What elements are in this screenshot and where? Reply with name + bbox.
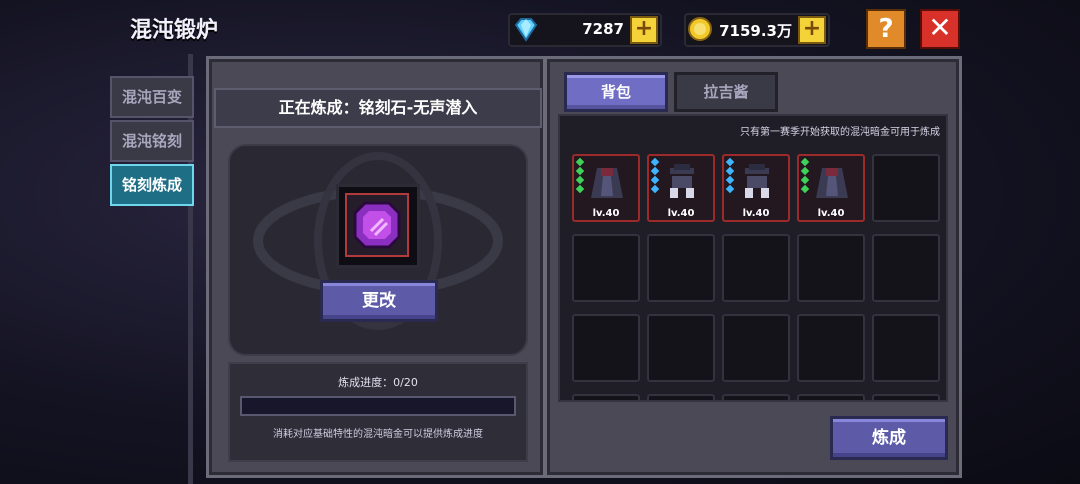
rarity-pips (650, 157, 660, 195)
progress-bar (240, 396, 516, 416)
forging-header: 正在炼成：铭刻石-无声潜入 (214, 88, 542, 128)
gold-counter: 7159.3万 + (684, 13, 830, 47)
empty-slot[interactable] (797, 314, 865, 382)
eligibility-note: 只有第一赛季开始获取的混沌暗金可用于炼成 (740, 127, 940, 138)
empty-slot[interactable] (872, 314, 940, 382)
forge-button[interactable]: 炼成 (830, 416, 948, 460)
inscription-stone-frame (345, 193, 409, 257)
hat-armor-icon (662, 162, 702, 206)
side-tab-inscription-forge[interactable]: 铭刻炼成 (110, 164, 194, 206)
armor-cloak-icon (812, 162, 852, 206)
page-title: 混沌锻炉 (130, 18, 219, 43)
empty-slot[interactable] (872, 394, 940, 400)
empty-slot[interactable] (572, 234, 640, 302)
purple-gem-icon (353, 201, 401, 249)
close-button[interactable]: ✕ (920, 9, 960, 49)
side-scrollbar (188, 54, 193, 484)
empty-slot[interactable] (797, 394, 865, 400)
change-button[interactable]: 更改 (320, 280, 438, 322)
item-level: lv.40 (592, 208, 620, 219)
empty-slot[interactable] (797, 234, 865, 302)
inventory-item[interactable]: lv.40 (572, 154, 640, 222)
progress-hint: 消耗对应基础特性的混沌暗金可以提供炼成进度 (273, 429, 483, 440)
empty-slot[interactable] (647, 234, 715, 302)
item-level: lv.40 (667, 208, 695, 219)
side-tab-chaos-inscribe[interactable]: 混沌铭刻 (110, 120, 194, 162)
empty-slot[interactable] (722, 314, 790, 382)
empty-slot[interactable] (572, 394, 640, 400)
gem-counter: 7287 + (508, 13, 662, 47)
empty-slot[interactable] (647, 394, 715, 400)
empty-slot[interactable] (572, 314, 640, 382)
gold-count: 7159.3万 (719, 22, 792, 40)
add-gems-button[interactable]: + (630, 16, 658, 44)
item-level: lv.40 (817, 208, 845, 219)
gold-coin-icon (688, 17, 712, 41)
inventory-item[interactable]: lv.40 (722, 154, 790, 222)
inventory-grid: lv.40 lv.40 lv.40 lv.40 (558, 114, 948, 402)
empty-slot[interactable] (722, 234, 790, 302)
progress-label: 炼成进度：0/20 (338, 376, 418, 389)
empty-slot[interactable] (647, 314, 715, 382)
rarity-pips (800, 157, 810, 195)
help-button[interactable]: ? (866, 9, 906, 49)
inventory-item[interactable]: lv.40 (647, 154, 715, 222)
rarity-pips (725, 157, 735, 195)
empty-slot[interactable] (872, 154, 940, 222)
gem-count: 7287 (582, 20, 624, 38)
armor-cloak-icon (587, 162, 627, 206)
side-tab-chaos-transform[interactable]: 混沌百变 (110, 76, 194, 118)
tab-lajijiang[interactable]: 拉吉酱 (674, 72, 778, 112)
empty-slot[interactable] (872, 234, 940, 302)
rarity-pips (575, 157, 585, 195)
tab-backpack[interactable]: 背包 (564, 72, 668, 112)
inventory-item[interactable]: lv.40 (797, 154, 865, 222)
inscription-stone-slot[interactable] (336, 184, 420, 268)
item-level: lv.40 (742, 208, 770, 219)
diamond-icon (514, 18, 538, 42)
add-gold-button[interactable]: + (798, 16, 826, 44)
hat-armor-icon (737, 162, 777, 206)
empty-slot[interactable] (722, 394, 790, 400)
